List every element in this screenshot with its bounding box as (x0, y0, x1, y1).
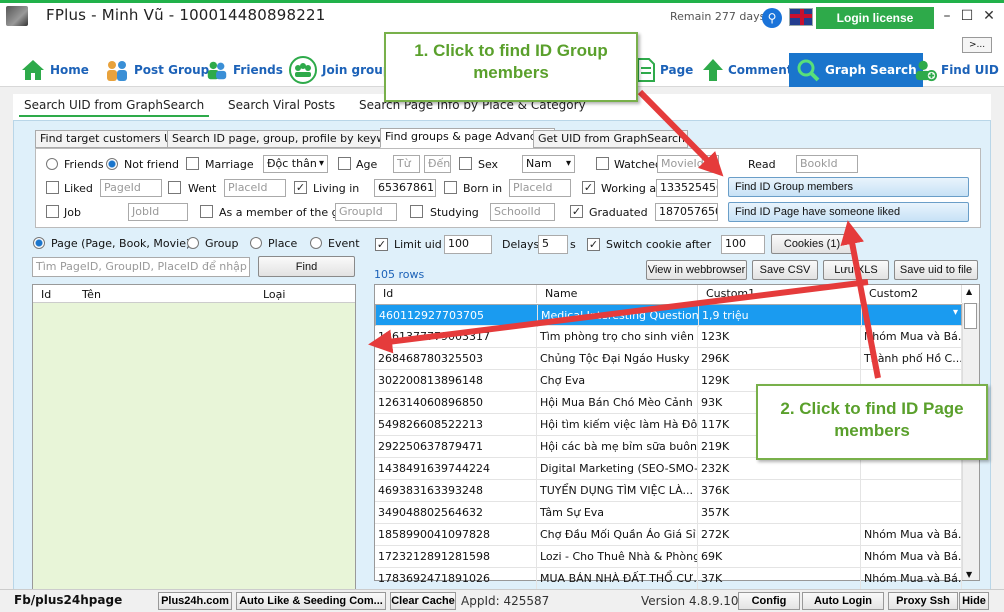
arrow-to-rows (368, 279, 869, 354)
callout-find-page: 2. Click to find ID Page members (756, 384, 988, 460)
callout-find-group: 1. Click to find ID Group members (384, 32, 638, 102)
arrow-to-page-liked (840, 220, 881, 379)
arrow-to-group-members (637, 89, 724, 177)
